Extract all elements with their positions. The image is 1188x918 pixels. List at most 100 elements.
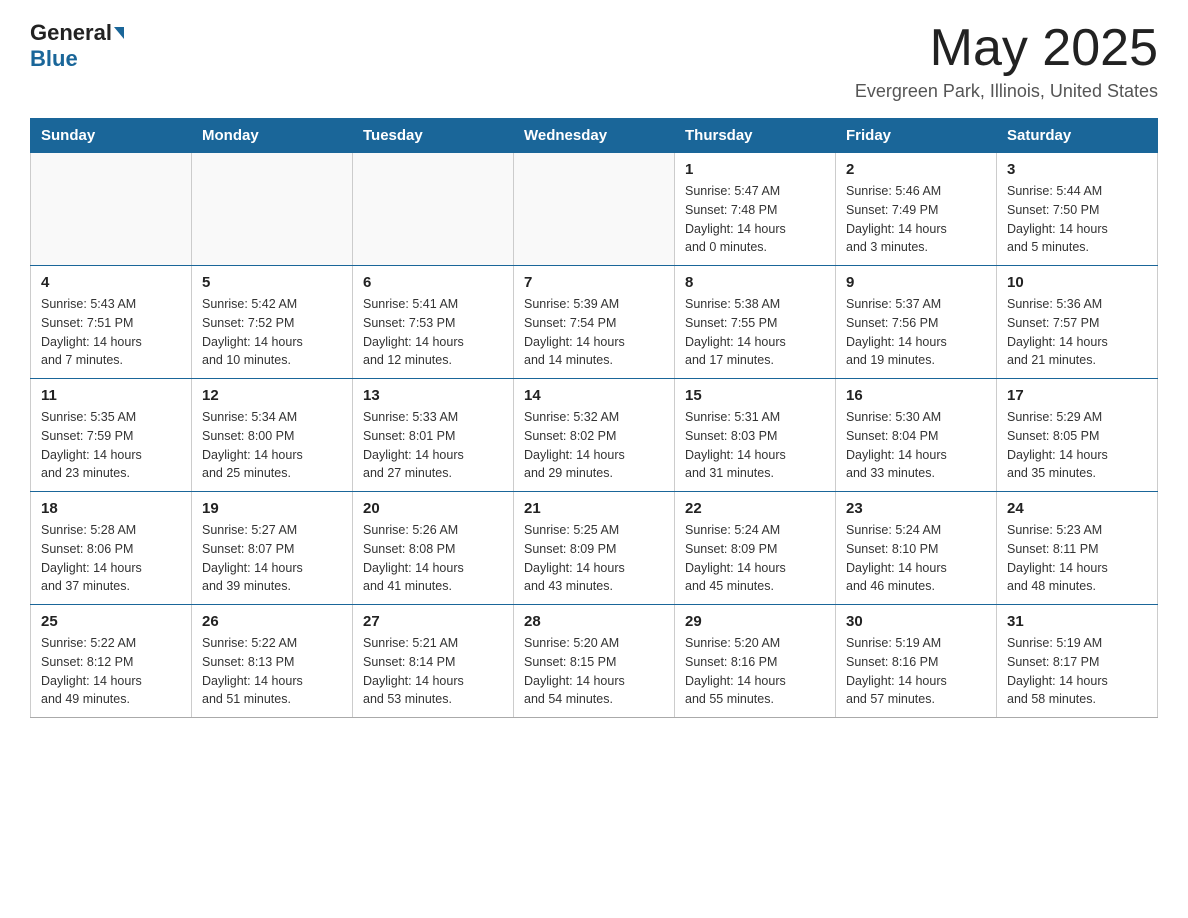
day-of-week-header: Tuesday <box>353 119 514 153</box>
day-number: 12 <box>202 387 342 404</box>
calendar-day-cell: 18 Sunrise: 5:28 AMSunset: 8:06 PMDayligh… <box>31 492 192 605</box>
day-info: Sunrise: 5:20 AMSunset: 8:16 PMDaylight:… <box>685 634 825 709</box>
day-number: 6 <box>363 274 503 291</box>
month-title: May 2025 <box>855 20 1158 77</box>
calendar-day-cell: 13 Sunrise: 5:33 AMSunset: 8:01 PMDayligh… <box>353 379 514 492</box>
calendar-day-cell: 28Sunrise: 5:20 AMSunset: 8:15 PMDayligh… <box>514 605 675 718</box>
calendar-day-cell: 31 Sunrise: 5:19 AMSunset: 8:17 PMDayligh… <box>997 605 1158 718</box>
day-of-week-header: Sunday <box>31 119 192 153</box>
day-number: 22 <box>685 500 825 517</box>
day-number: 1 <box>685 161 825 178</box>
calendar-day-cell: 22 Sunrise: 5:24 AMSunset: 8:09 PMDayligh… <box>675 492 836 605</box>
calendar-week-row: 4Sunrise: 5:43 AMSunset: 7:51 PMDaylight… <box>31 266 1158 379</box>
day-number: 31 <box>1007 613 1147 630</box>
day-info: Sunrise: 5:27 AMSunset: 8:07 PMDaylight:… <box>202 521 342 596</box>
day-info: Sunrise: 5:34 AMSunset: 8:00 PMDaylight:… <box>202 408 342 483</box>
calendar-day-cell: 1 Sunrise: 5:47 AMSunset: 7:48 PMDaylight… <box>675 153 836 266</box>
calendar-day-cell: 10 Sunrise: 5:36 AMSunset: 7:57 PMDayligh… <box>997 266 1158 379</box>
calendar-day-cell: 20 Sunrise: 5:26 AMSunset: 8:08 PMDayligh… <box>353 492 514 605</box>
calendar-day-cell: 12 Sunrise: 5:34 AMSunset: 8:00 PMDayligh… <box>192 379 353 492</box>
day-number: 20 <box>363 500 503 517</box>
day-number: 27 <box>363 613 503 630</box>
logo-arrow-icon <box>114 27 124 39</box>
day-number: 26 <box>202 613 342 630</box>
day-info: Sunrise: 5:32 AMSunset: 8:02 PMDaylight:… <box>524 408 664 483</box>
day-info: Sunrise: 5:29 AMSunset: 8:05 PMDaylight:… <box>1007 408 1147 483</box>
calendar-day-cell: 14 Sunrise: 5:32 AMSunset: 8:02 PMDayligh… <box>514 379 675 492</box>
day-info: Sunrise: 5:31 AMSunset: 8:03 PMDaylight:… <box>685 408 825 483</box>
day-number: 23 <box>846 500 986 517</box>
day-number: 19 <box>202 500 342 517</box>
day-number: 2 <box>846 161 986 178</box>
calendar-body: 1 Sunrise: 5:47 AMSunset: 7:48 PMDaylight… <box>31 153 1158 718</box>
day-info: Sunrise: 5:19 AMSunset: 8:17 PMDaylight:… <box>1007 634 1147 709</box>
location-text: Evergreen Park, Illinois, United States <box>855 81 1158 102</box>
day-number: 16 <box>846 387 986 404</box>
day-info: Sunrise: 5:44 AMSunset: 7:50 PMDaylight:… <box>1007 182 1147 257</box>
calendar-week-row: 1 Sunrise: 5:47 AMSunset: 7:48 PMDaylight… <box>31 153 1158 266</box>
day-number: 18 <box>41 500 181 517</box>
day-info: Sunrise: 5:22 AMSunset: 8:12 PMDaylight:… <box>41 634 181 709</box>
calendar-table: SundayMondayTuesdayWednesdayThursdayFrid… <box>30 118 1158 718</box>
day-number: 5 <box>202 274 342 291</box>
calendar-day-cell: 8 Sunrise: 5:38 AMSunset: 7:55 PMDaylight… <box>675 266 836 379</box>
calendar-day-cell: 16 Sunrise: 5:30 AMSunset: 8:04 PMDayligh… <box>836 379 997 492</box>
calendar-day-cell: 24Sunrise: 5:23 AMSunset: 8:11 PMDayligh… <box>997 492 1158 605</box>
day-number: 15 <box>685 387 825 404</box>
title-block: May 2025 Evergreen Park, Illinois, Unite… <box>855 20 1158 102</box>
day-number: 29 <box>685 613 825 630</box>
day-number: 30 <box>846 613 986 630</box>
calendar-day-cell: 27 Sunrise: 5:21 AMSunset: 8:14 PMDayligh… <box>353 605 514 718</box>
day-info: Sunrise: 5:28 AMSunset: 8:06 PMDaylight:… <box>41 521 181 596</box>
day-info: Sunrise: 5:37 AMSunset: 7:56 PMDaylight:… <box>846 295 986 370</box>
calendar-day-cell: 17 Sunrise: 5:29 AMSunset: 8:05 PMDayligh… <box>997 379 1158 492</box>
day-info: Sunrise: 5:26 AMSunset: 8:08 PMDaylight:… <box>363 521 503 596</box>
day-number: 14 <box>524 387 664 404</box>
logo-general-text: General <box>30 20 112 46</box>
day-number: 25 <box>41 613 181 630</box>
day-info: Sunrise: 5:24 AMSunset: 8:09 PMDaylight:… <box>685 521 825 596</box>
day-of-week-header: Saturday <box>997 119 1158 153</box>
day-info: Sunrise: 5:19 AMSunset: 8:16 PMDaylight:… <box>846 634 986 709</box>
calendar-day-cell: 30 Sunrise: 5:19 AMSunset: 8:16 PMDayligh… <box>836 605 997 718</box>
day-info: Sunrise: 5:25 AMSunset: 8:09 PMDaylight:… <box>524 521 664 596</box>
calendar-week-row: 11Sunrise: 5:35 AMSunset: 7:59 PMDayligh… <box>31 379 1158 492</box>
day-info: Sunrise: 5:36 AMSunset: 7:57 PMDaylight:… <box>1007 295 1147 370</box>
calendar-day-cell: 23 Sunrise: 5:24 AMSunset: 8:10 PMDayligh… <box>836 492 997 605</box>
day-info: Sunrise: 5:24 AMSunset: 8:10 PMDaylight:… <box>846 521 986 596</box>
calendar-day-cell: 6 Sunrise: 5:41 AMSunset: 7:53 PMDaylight… <box>353 266 514 379</box>
day-info: Sunrise: 5:21 AMSunset: 8:14 PMDaylight:… <box>363 634 503 709</box>
calendar-day-cell <box>31 153 192 266</box>
calendar-week-row: 25 Sunrise: 5:22 AMSunset: 8:12 PMDayligh… <box>31 605 1158 718</box>
day-number: 3 <box>1007 161 1147 178</box>
calendar-day-cell: 26Sunrise: 5:22 AMSunset: 8:13 PMDayligh… <box>192 605 353 718</box>
calendar-header: SundayMondayTuesdayWednesdayThursdayFrid… <box>31 119 1158 153</box>
calendar-day-cell <box>353 153 514 266</box>
day-number: 7 <box>524 274 664 291</box>
day-number: 17 <box>1007 387 1147 404</box>
day-info: Sunrise: 5:39 AMSunset: 7:54 PMDaylight:… <box>524 295 664 370</box>
day-info: Sunrise: 5:47 AMSunset: 7:48 PMDaylight:… <box>685 182 825 257</box>
day-info: Sunrise: 5:46 AMSunset: 7:49 PMDaylight:… <box>846 182 986 257</box>
day-number: 28 <box>524 613 664 630</box>
calendar-day-cell: 19 Sunrise: 5:27 AMSunset: 8:07 PMDayligh… <box>192 492 353 605</box>
page-header: General Blue May 2025 Evergreen Park, Il… <box>30 20 1158 102</box>
day-info: Sunrise: 5:38 AMSunset: 7:55 PMDaylight:… <box>685 295 825 370</box>
day-number: 24 <box>1007 500 1147 517</box>
calendar-day-cell: 2 Sunrise: 5:46 AMSunset: 7:49 PMDaylight… <box>836 153 997 266</box>
day-of-week-header: Thursday <box>675 119 836 153</box>
day-number: 9 <box>846 274 986 291</box>
day-info: Sunrise: 5:33 AMSunset: 8:01 PMDaylight:… <box>363 408 503 483</box>
day-info: Sunrise: 5:41 AMSunset: 7:53 PMDaylight:… <box>363 295 503 370</box>
calendar-day-cell: 7 Sunrise: 5:39 AMSunset: 7:54 PMDaylight… <box>514 266 675 379</box>
day-number: 11 <box>41 387 181 404</box>
day-number: 4 <box>41 274 181 291</box>
calendar-day-cell: 15 Sunrise: 5:31 AMSunset: 8:03 PMDayligh… <box>675 379 836 492</box>
day-number: 10 <box>1007 274 1147 291</box>
day-number: 13 <box>363 387 503 404</box>
day-info: Sunrise: 5:30 AMSunset: 8:04 PMDaylight:… <box>846 408 986 483</box>
calendar-day-cell <box>514 153 675 266</box>
calendar-day-cell <box>192 153 353 266</box>
calendar-day-cell: 4Sunrise: 5:43 AMSunset: 7:51 PMDaylight… <box>31 266 192 379</box>
day-number: 8 <box>685 274 825 291</box>
